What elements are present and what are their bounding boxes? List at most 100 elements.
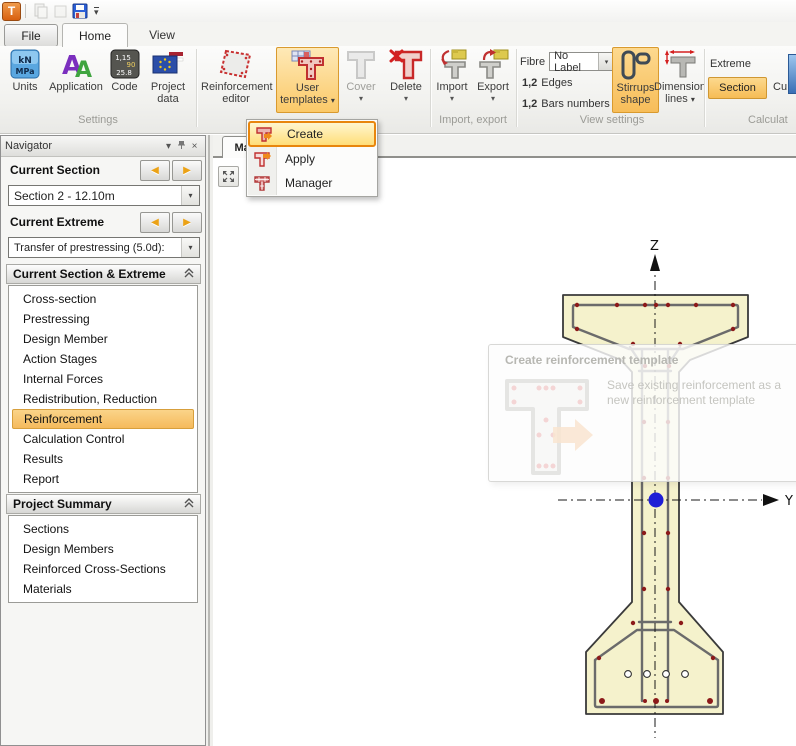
delete-button[interactable]: Delete ▾ bbox=[383, 47, 429, 111]
collapse-chevron-icon[interactable] bbox=[184, 497, 194, 511]
app-window: T ▾ File Home View kNMPa Units AA bbox=[0, 0, 796, 746]
current-extreme-value: Transfer of prestressing (5.0d): bbox=[9, 242, 181, 254]
calculation-group-label: Calculat bbox=[748, 114, 796, 126]
units-label: Units bbox=[12, 81, 37, 93]
project-data-icon bbox=[151, 47, 185, 81]
user-templates-dropdown-icon: ▾ bbox=[331, 96, 335, 105]
tab-home[interactable]: Home bbox=[62, 23, 128, 47]
user-templates-menu: Create Apply Manager bbox=[246, 119, 378, 197]
nav-item-results[interactable]: Results bbox=[12, 449, 194, 469]
save-icon[interactable] bbox=[71, 2, 89, 20]
view-settings-group-label: View settings bbox=[540, 114, 684, 126]
collapse-chevron-icon[interactable] bbox=[184, 267, 194, 281]
panel-menu-icon[interactable]: ▾ bbox=[162, 141, 175, 152]
import-button[interactable]: Import ▾ bbox=[433, 47, 471, 111]
bars-numbers-prefix: 1,2 bbox=[522, 98, 537, 110]
section-extreme-group-header[interactable]: Current Section & Extreme bbox=[6, 264, 201, 284]
prev-extreme-button[interactable]: ◀ bbox=[140, 212, 170, 233]
units-icon: kNMPa bbox=[10, 47, 40, 81]
new-document-icon[interactable] bbox=[51, 2, 69, 20]
current-button-partial[interactable]: Cu bbox=[773, 81, 787, 93]
menu-item-manager[interactable]: Manager bbox=[248, 171, 376, 195]
export-label: Export bbox=[477, 81, 509, 93]
nav-item-report[interactable]: Report bbox=[12, 469, 194, 489]
cover-label: Cover bbox=[346, 81, 375, 93]
project-summary-list: Sections Design Members Reinforced Cross… bbox=[8, 515, 198, 603]
nav-item-action-stages[interactable]: Action Stages bbox=[12, 349, 194, 369]
reinforcement-editor-button[interactable]: Reinforcement editor bbox=[200, 47, 272, 111]
app-logo-icon[interactable]: T bbox=[2, 2, 21, 21]
code-button[interactable]: 1,159025.8 Code bbox=[107, 47, 142, 111]
user-templates-button[interactable]: User templates ▾ bbox=[276, 47, 339, 113]
fibre-label: Fibre bbox=[520, 56, 545, 68]
centroid-point[interactable] bbox=[649, 493, 664, 508]
current-extreme-label: Current Extreme bbox=[10, 215, 104, 229]
svg-text:25.8: 25.8 bbox=[116, 69, 132, 77]
divider bbox=[25, 4, 26, 18]
nav-item-internal-forces[interactable]: Internal Forces bbox=[12, 369, 194, 389]
svg-text:MPa: MPa bbox=[15, 67, 34, 76]
tooltip-body: Save existing reinforcement as a new rei… bbox=[607, 378, 789, 408]
delete-icon bbox=[388, 47, 424, 81]
project-summary-group-title: Project Summary bbox=[13, 497, 112, 511]
current-extreme-select[interactable]: Transfer of prestressing (5.0d): ▾ bbox=[8, 237, 200, 258]
nav-item-prestressing[interactable]: Prestressing bbox=[12, 309, 194, 329]
edges-toggle[interactable]: 1,2 Edges bbox=[522, 77, 573, 89]
prev-section-button[interactable]: ◀ bbox=[140, 160, 170, 181]
dimension-lines-button[interactable]: Dimension lines ▾ bbox=[659, 47, 701, 111]
cover-dropdown-icon: ▾ bbox=[359, 95, 363, 103]
extreme-label: Extreme bbox=[710, 58, 751, 70]
import-export-group-label: Import, export bbox=[425, 114, 521, 126]
paste-icon[interactable] bbox=[31, 2, 49, 20]
section-button[interactable]: Section bbox=[708, 77, 767, 99]
menu-item-apply[interactable]: Apply bbox=[248, 147, 376, 171]
apply-template-icon bbox=[248, 151, 276, 168]
nav-item-materials[interactable]: Materials bbox=[12, 579, 194, 599]
template-manager-icon bbox=[248, 175, 276, 192]
next-section-button[interactable]: ▶ bbox=[172, 160, 202, 181]
pin-icon[interactable] bbox=[175, 140, 188, 153]
import-label: Import bbox=[436, 81, 467, 93]
dimension-lines-icon bbox=[663, 47, 697, 81]
next-extreme-button[interactable]: ▶ bbox=[172, 212, 202, 233]
section-extreme-group-title: Current Section & Extreme bbox=[13, 267, 166, 281]
fibre-row: Fibre No Label ▾ bbox=[520, 52, 615, 71]
project-data-button[interactable]: Project data bbox=[143, 47, 193, 111]
delete-dropdown-icon: ▾ bbox=[404, 95, 408, 103]
menu-item-apply-label: Apply bbox=[285, 152, 315, 166]
close-icon[interactable]: × bbox=[188, 141, 201, 152]
project-summary-group-header[interactable]: Project Summary bbox=[6, 494, 201, 514]
code-label: Code bbox=[111, 81, 137, 93]
nav-item-reinforcement[interactable]: Reinforcement bbox=[12, 409, 194, 429]
application-button[interactable]: AA Application bbox=[46, 47, 106, 111]
nav-item-design-member[interactable]: Design Member bbox=[12, 329, 194, 349]
nav-item-cross-section[interactable]: Cross-section bbox=[12, 289, 194, 309]
current-section-select[interactable]: Section 2 - 12.10m ▾ bbox=[8, 185, 200, 206]
stirrups-shape-label: Stirrups shape bbox=[614, 82, 658, 106]
current-section-dropdown-icon[interactable]: ▾ bbox=[181, 186, 199, 205]
tab-view[interactable]: View bbox=[132, 24, 192, 45]
import-dropdown-icon: ▾ bbox=[450, 95, 454, 103]
nav-item-design-members[interactable]: Design Members bbox=[12, 539, 194, 559]
menu-item-create[interactable]: Create bbox=[248, 121, 376, 147]
bars-numbers-toggle[interactable]: 1,2 Bars numbers bbox=[522, 98, 610, 110]
units-button[interactable]: kNMPa Units bbox=[6, 47, 44, 111]
dimension-lines-label: Dimension lines ▾ bbox=[652, 81, 708, 106]
current-extreme-dropdown-icon[interactable]: ▾ bbox=[181, 238, 199, 257]
nav-item-sections[interactable]: Sections bbox=[12, 519, 194, 539]
fibre-select[interactable]: No Label ▾ bbox=[549, 52, 615, 71]
z-axis-label: Z bbox=[650, 239, 659, 254]
svg-text:kN: kN bbox=[18, 56, 32, 66]
group-separator bbox=[196, 49, 198, 127]
export-button[interactable]: Export ▾ bbox=[472, 47, 514, 111]
quick-access-overflow-icon[interactable]: ▾ bbox=[94, 7, 99, 15]
y-axis-arrow bbox=[763, 494, 779, 506]
nav-item-redistribution-reduction[interactable]: Redistribution, Reduction bbox=[12, 389, 194, 409]
tab-file[interactable]: File bbox=[4, 24, 58, 47]
current-section-label: Current Section bbox=[10, 163, 100, 177]
settings-group-label: Settings bbox=[20, 114, 176, 126]
calculate-icon bbox=[788, 54, 796, 94]
edges-prefix: 1,2 bbox=[522, 77, 537, 89]
nav-item-reinforced-cross-sections[interactable]: Reinforced Cross-Sections bbox=[12, 559, 194, 579]
nav-item-calculation-control[interactable]: Calculation Control bbox=[12, 429, 194, 449]
